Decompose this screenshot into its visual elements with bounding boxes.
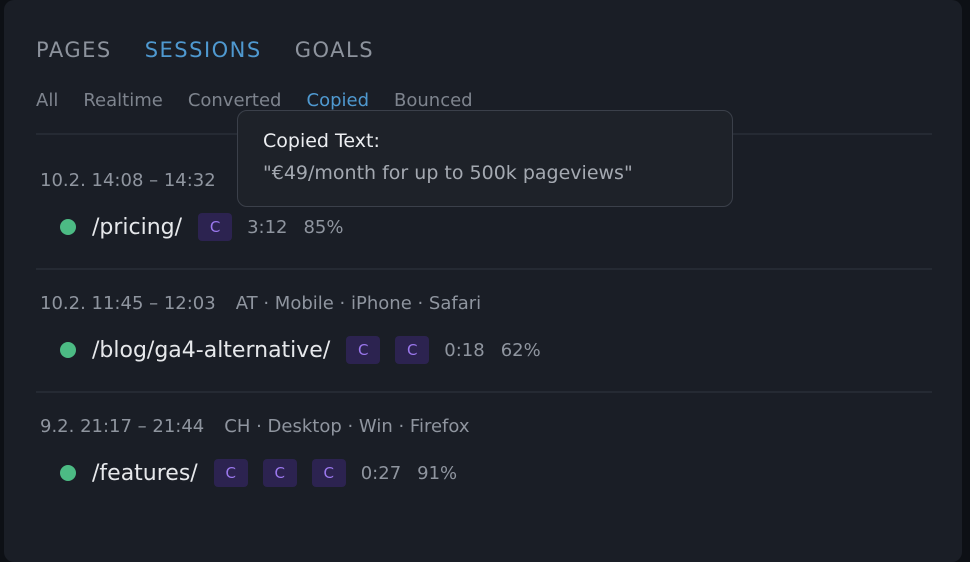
session-duration: 0:27 [360,462,402,484]
session-time: 10.2. 14:08 – 14:32 [40,170,216,191]
status-dot [60,219,76,235]
copy-event-badge[interactable]: C [262,459,297,487]
session-page-row[interactable]: /pricing/ C 3:12 85% [60,211,360,243]
sessions-panel: PAGES SESSIONS GOALS All Realtime Conver… [4,0,962,562]
page-path[interactable]: /pricing/ [92,215,182,240]
copy-event-badge[interactable]: C [311,459,346,487]
copied-text-tooltip: Copied Text: "€49/month for up to 500k p… [237,110,733,207]
page-path[interactable]: /blog/ga4-alternative/ [92,338,330,363]
status-dot [60,465,76,481]
tab-sessions[interactable]: SESSIONS [145,36,262,64]
copy-event-badge[interactable]: C [213,459,248,487]
tab-pages[interactable]: PAGES [36,36,112,64]
tooltip-title: Copied Text: [263,130,380,152]
session-device-info: CH · Desktop · Win · Firefox [224,416,470,437]
divider [36,268,932,270]
status-dot [60,342,76,358]
session-device-info: AT · Mobile · iPhone · Safari [235,293,482,314]
filter-realtime[interactable]: Realtime [83,89,162,113]
session-time: 9.2. 21:17 – 21:44 [40,416,205,437]
filter-all[interactable]: All [36,89,58,113]
tooltip-copied-text: "€49/month for up to 500k pageviews" [263,162,633,184]
session-meta: 9.2. 21:17 – 21:44 CH · Desktop · Win · F… [40,415,469,439]
session-page-row[interactable]: /features/ C C C 0:27 91% [60,457,473,489]
scroll-depth: 91% [417,462,458,484]
main-tabs: PAGES SESSIONS GOALS [36,36,374,64]
session-meta: 10.2. 11:45 – 12:03 AT · Mobile · iPhone … [40,292,481,316]
copy-event-badge[interactable]: C [395,336,430,364]
copy-event-badge[interactable]: C [346,336,381,364]
divider [36,391,932,393]
tab-goals[interactable]: GOALS [295,36,374,64]
session-meta: 10.2. 14:08 – 14:32 [40,169,216,193]
session-duration: 0:18 [444,339,485,361]
scroll-depth: 85% [303,216,344,238]
page-path[interactable]: /features/ [92,461,198,486]
session-duration: 3:12 [247,216,288,238]
scroll-depth: 62% [500,339,541,361]
session-time: 10.2. 11:45 – 12:03 [40,293,216,314]
session-page-row[interactable]: /blog/ga4-alternative/ C C 0:18 62% [60,334,557,366]
copy-event-badge[interactable]: C [198,213,233,241]
